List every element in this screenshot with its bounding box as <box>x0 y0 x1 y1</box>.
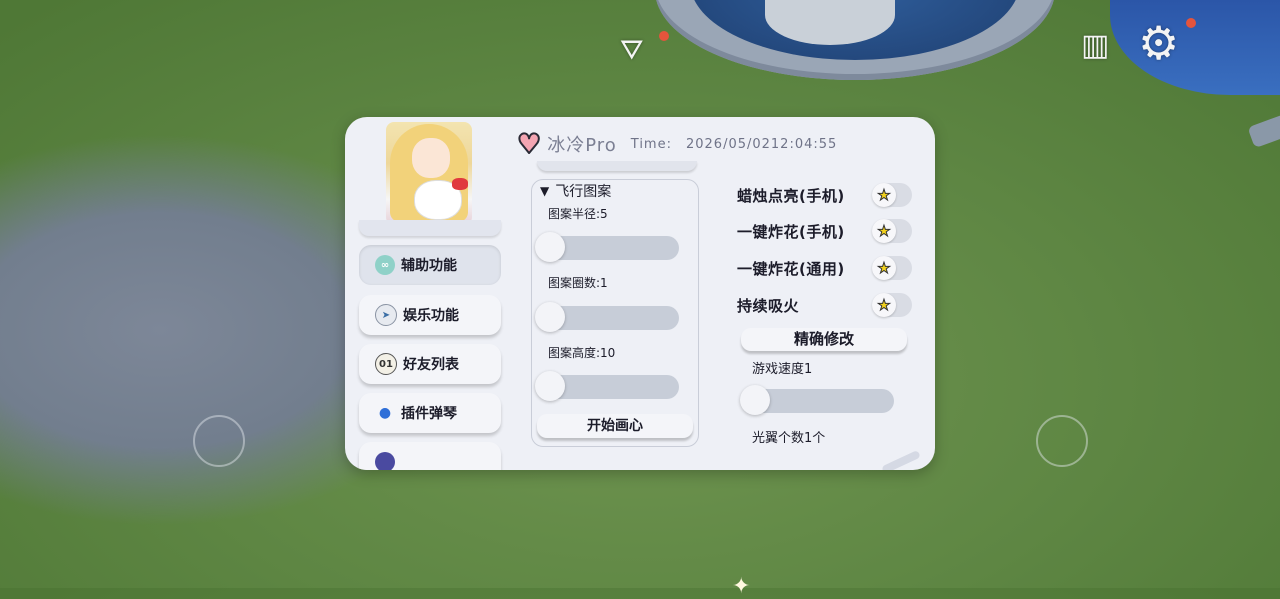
pattern-height-slider[interactable] <box>535 371 679 401</box>
flight-pattern-header[interactable]: ▼ 飞行图案 <box>540 181 611 201</box>
toggle-candle-mobile[interactable]: 蜡烛点亮(手机) ★ <box>737 182 912 208</box>
map-icon[interactable]: ▥ <box>1081 28 1109 63</box>
time-value: 2026/05/0212:04:55 <box>685 136 838 152</box>
app-title: 冰冷Pro <box>547 135 617 156</box>
friends-icon: 01 <box>375 353 397 375</box>
nav-item-friends[interactable]: 01 好友列表 <box>359 344 501 384</box>
candle-fan-icon[interactable]: ⛛ <box>620 33 644 67</box>
nav-label: 娱乐功能 <box>403 308 459 324</box>
star-icon: ★ <box>872 183 896 207</box>
nav-label: 好友列表 <box>403 357 459 373</box>
toggle-switch[interactable]: ★ <box>872 219 912 243</box>
toggle-flower-mobile[interactable]: 一键炸花(手机) ★ <box>737 218 912 244</box>
toggle-switch[interactable]: ★ <box>872 183 912 207</box>
nav-item-entertainment[interactable]: ➤ 娱乐功能 <box>359 295 501 335</box>
star-icon: ★ <box>872 293 896 317</box>
pattern-radius-label: 图案半径:5 <box>548 207 608 221</box>
title-bar: ♥ 冰冷Pro Time: 2026/05/0212:04:55 <box>516 128 838 160</box>
left-joystick[interactable] <box>193 415 245 467</box>
right-joystick[interactable] <box>1036 415 1088 467</box>
slider-knob[interactable] <box>535 232 565 262</box>
pattern-radius-slider[interactable] <box>535 232 679 262</box>
notification-dot <box>1186 18 1196 28</box>
slider-knob[interactable] <box>740 385 770 415</box>
wings-count-label: 光翼个数1个 <box>752 431 826 446</box>
time-label: Time: <box>630 136 672 152</box>
settings-gear-icon[interactable]: ⚙ <box>1138 20 1179 66</box>
pattern-height-label: 图案高度:10 <box>548 346 616 360</box>
paper-plane-icon: ➤ <box>375 304 397 326</box>
mid-column-tab <box>537 161 697 171</box>
pattern-loops-slider[interactable] <box>535 302 679 332</box>
nav-label: 插件弹琴 <box>401 406 457 422</box>
location-pin-icon: ● <box>378 405 392 421</box>
slider-knob[interactable] <box>535 371 565 401</box>
nav-label: 辅助功能 <box>401 258 457 274</box>
section-title: 飞行图案 <box>555 184 612 200</box>
collapse-triangle-icon: ▼ <box>540 184 550 198</box>
star-icon: ✦ <box>732 574 751 599</box>
partial-icon <box>375 452 395 470</box>
star-icon: ★ <box>872 256 896 280</box>
nav-item-assist[interactable]: ∞ 辅助功能 <box>359 245 501 285</box>
assist-icon: ∞ <box>375 255 395 275</box>
game-speed-slider[interactable] <box>740 385 894 415</box>
draw-heart-button[interactable]: 开始画心 <box>537 414 693 438</box>
pattern-loops-label: 图案圈数:1 <box>548 276 608 290</box>
notification-dot <box>659 31 669 41</box>
sea-water <box>1110 0 1280 95</box>
resize-handle[interactable] <box>881 449 921 470</box>
toggle-flower-universal[interactable]: 一键炸花(通用) ★ <box>737 255 912 281</box>
toggle-absorb-fire[interactable]: 持续吸火 ★ <box>737 292 912 318</box>
rock-debris <box>1247 113 1280 149</box>
precise-modify-button[interactable]: 精确修改 <box>741 328 907 351</box>
toggle-switch[interactable]: ★ <box>872 293 912 317</box>
nav-item-piano[interactable]: ● 插件弹琴 <box>359 393 501 433</box>
heart-icon: ♥ <box>516 128 542 160</box>
avatar-shelf <box>359 220 501 236</box>
toggle-switch[interactable]: ★ <box>872 256 912 280</box>
avatar <box>386 122 472 225</box>
slider-knob[interactable] <box>535 302 565 332</box>
star-icon: ★ <box>872 219 896 243</box>
mod-menu-panel: ∞ 辅助功能 ➤ 娱乐功能 01 好友列表 ● 插件弹琴 ♥ 冰冷Pro Tim… <box>345 117 935 470</box>
game-speed-label: 游戏速度1 <box>752 362 813 377</box>
nav-item-partial[interactable] <box>359 442 501 470</box>
